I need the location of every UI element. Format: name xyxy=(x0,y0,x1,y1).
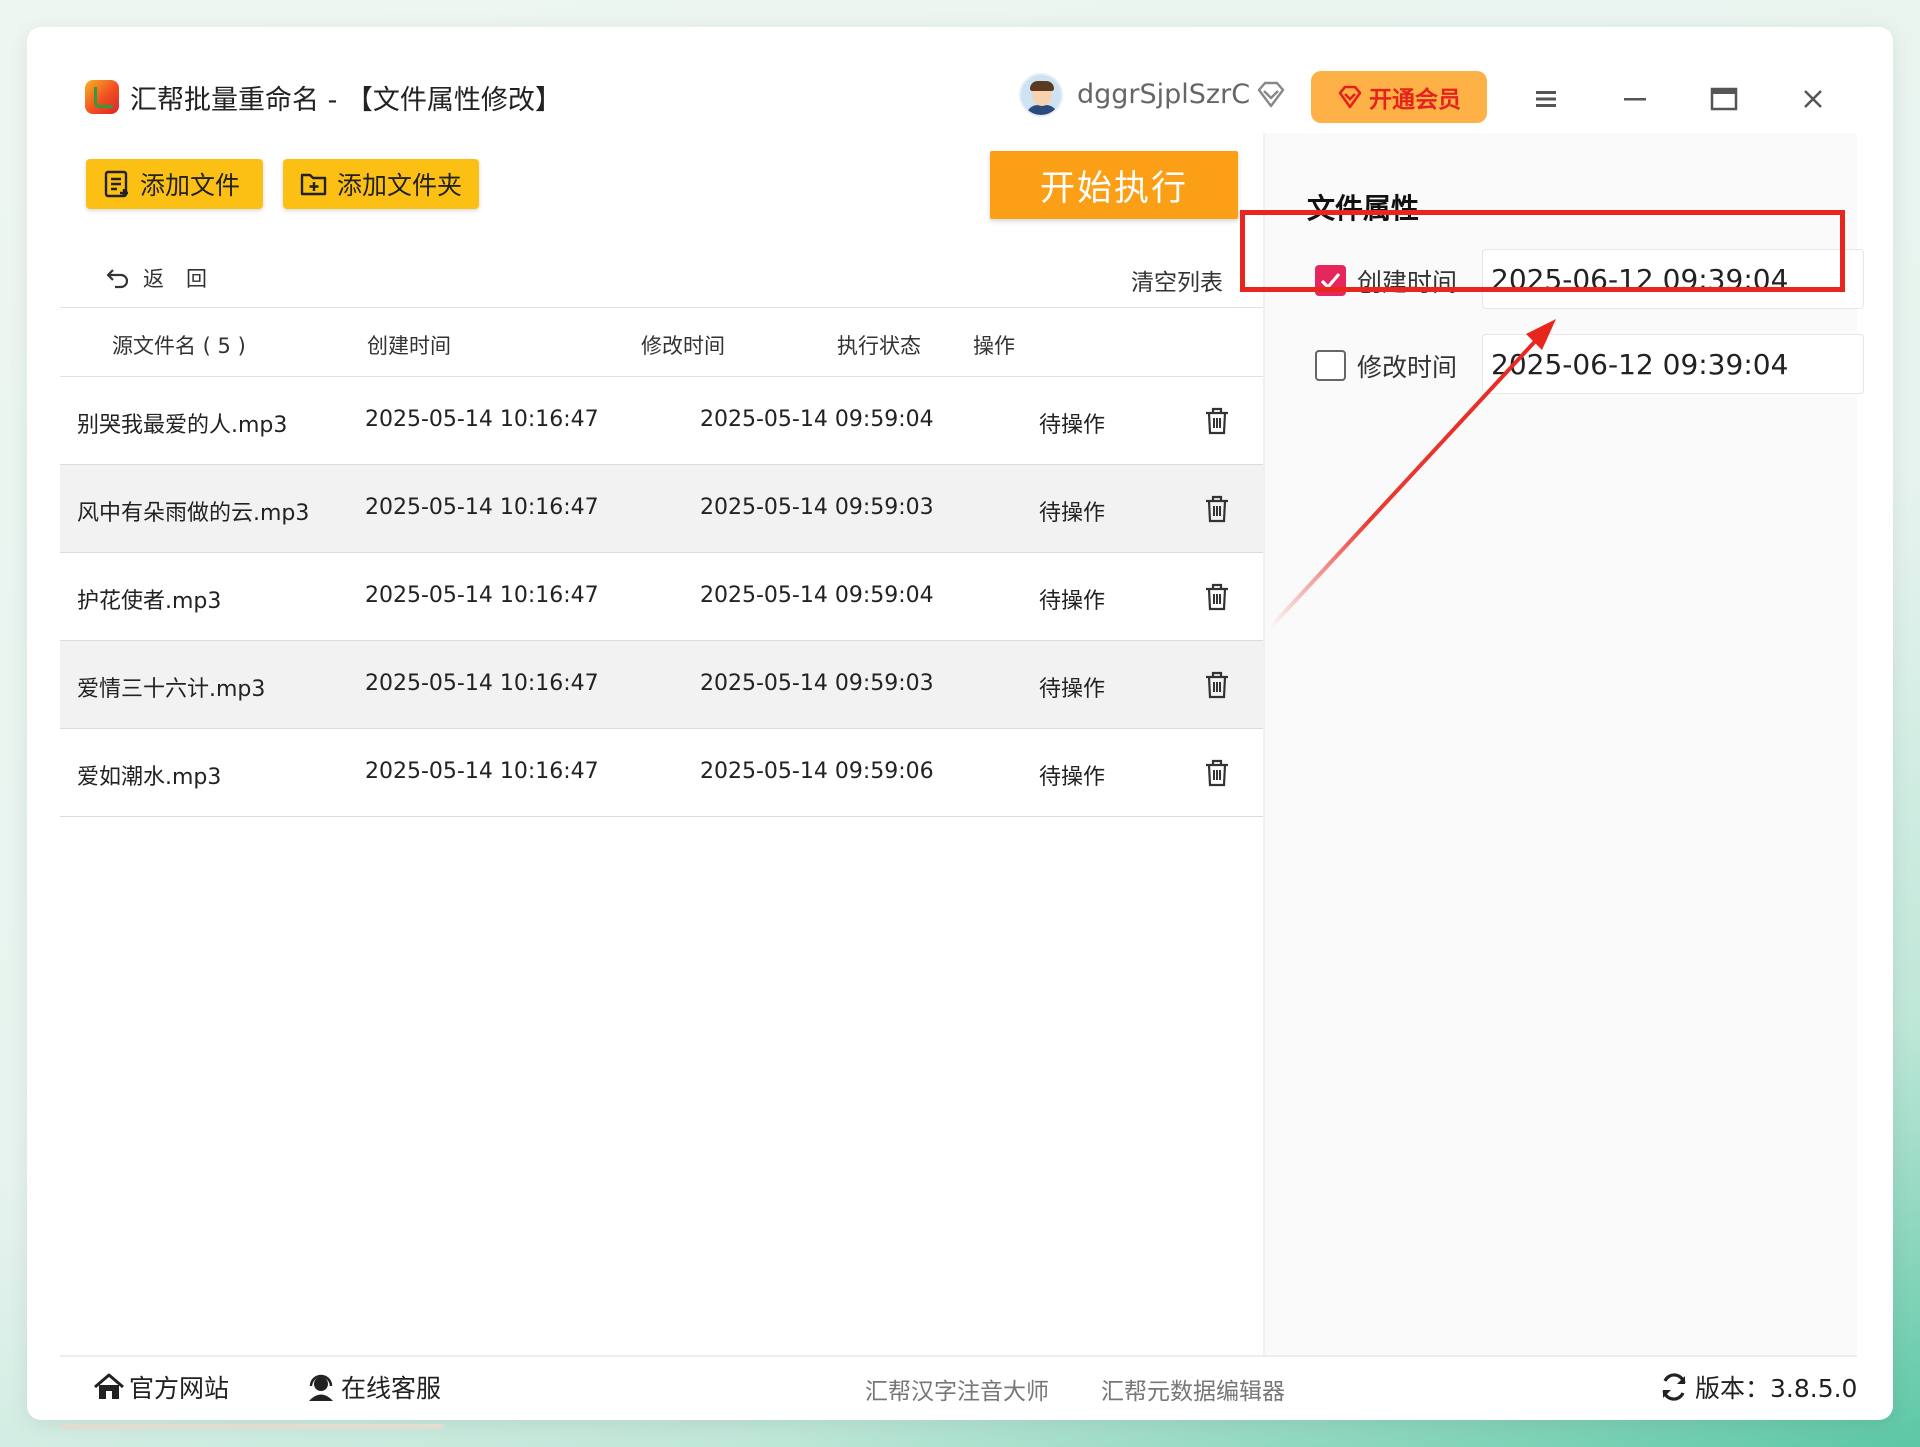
trash-icon[interactable] xyxy=(1204,406,1230,436)
table-header: 源文件名 ( 5 ) 创建时间 修改时间 执行状态 操作 xyxy=(60,307,1264,377)
status-text: 待操作 xyxy=(1039,413,1106,438)
diamond-icon[interactable] xyxy=(1255,79,1287,111)
modified-time: 2025-05-14 09:59:03 xyxy=(700,495,934,520)
vip-diamond-icon xyxy=(1338,85,1362,109)
add-file-icon xyxy=(104,170,128,198)
add-file-label: 添加文件 xyxy=(140,172,241,200)
window-title: 汇帮批量重命名 - 【文件属性修改】 xyxy=(130,85,562,116)
trash-icon[interactable] xyxy=(1204,670,1230,700)
trash-icon[interactable] xyxy=(1204,758,1230,788)
file-name: 别哭我最爱的人.mp3 xyxy=(77,413,288,438)
modified-time: 2025-05-14 09:59:04 xyxy=(700,407,934,432)
header-modified: 修改时间 xyxy=(641,334,725,358)
status-text: 待操作 xyxy=(1039,589,1106,614)
add-folder-icon xyxy=(300,173,327,196)
file-table: 源文件名 ( 5 ) 创建时间 修改时间 执行状态 操作 别哭我最爱的人.mp3… xyxy=(60,307,1264,817)
username-label[interactable]: dggrSjplSzrC xyxy=(1077,79,1250,110)
trash-icon[interactable] xyxy=(1204,582,1230,612)
modified-time-checkbox[interactable] xyxy=(1315,350,1346,381)
start-button[interactable]: 开始执行 xyxy=(990,151,1238,219)
vip-upgrade-button[interactable]: 开通会员 xyxy=(1311,71,1487,123)
refresh-icon[interactable] xyxy=(1659,1372,1689,1402)
footer-divider xyxy=(60,1355,1857,1357)
status-text: 待操作 xyxy=(1039,501,1106,526)
back-arrow-icon xyxy=(106,269,129,289)
file-name: 护花使者.mp3 xyxy=(77,589,222,614)
header-source-name: 源文件名 ( 5 ) xyxy=(112,334,246,358)
created-time: 2025-05-14 10:16:47 xyxy=(365,671,599,696)
home-icon xyxy=(94,1373,124,1399)
trash-icon[interactable] xyxy=(1204,494,1230,524)
header-status: 执行状态 xyxy=(837,334,921,358)
annotation-highlight-box xyxy=(1240,210,1845,292)
horizontal-scrollbar[interactable] xyxy=(60,1424,444,1429)
table-row[interactable]: 护花使者.mp3 2025-05-14 10:16:47 2025-05-14 … xyxy=(60,553,1264,641)
title-bar: 汇帮批量重命名 - 【文件属性修改】 dggrSjplSzrC 开通会员 xyxy=(27,27,1893,131)
close-icon[interactable] xyxy=(1799,85,1827,113)
modified-time-label: 修改时间 xyxy=(1357,353,1458,382)
official-website-link[interactable]: 官方网站 xyxy=(93,1369,229,1405)
version-label: 版本：3.8.5.0 xyxy=(1695,1374,1858,1403)
metadata-editor-link[interactable]: 汇帮元数据编辑器 xyxy=(1101,1372,1285,1406)
table-row[interactable]: 爱如潮水.mp3 2025-05-14 10:16:47 2025-05-14 … xyxy=(60,729,1264,817)
created-time: 2025-05-14 10:16:47 xyxy=(365,759,599,784)
vip-upgrade-label: 开通会员 xyxy=(1369,86,1461,112)
file-name: 风中有朵雨做的云.mp3 xyxy=(77,501,310,526)
pinyin-tool-link[interactable]: 汇帮汉字注音大师 xyxy=(865,1372,1049,1406)
version-info: 版本：3.8.5.0 xyxy=(1659,1369,1857,1405)
app-logo-icon xyxy=(85,80,119,114)
created-time: 2025-05-14 10:16:47 xyxy=(365,407,599,432)
table-row[interactable]: 别哭我最爱的人.mp3 2025-05-14 10:16:47 2025-05-… xyxy=(60,377,1264,465)
file-name: 爱如潮水.mp3 xyxy=(77,765,222,790)
back-button[interactable]: 返回 xyxy=(105,263,229,293)
menu-icon[interactable] xyxy=(1532,85,1560,113)
online-support-link[interactable]: 在线客服 xyxy=(305,1369,441,1405)
table-row[interactable]: 风中有朵雨做的云.mp3 2025-05-14 10:16:47 2025-05… xyxy=(60,465,1264,553)
headset-icon xyxy=(309,1374,333,1401)
file-name: 爱情三十六计.mp3 xyxy=(77,677,266,702)
maximize-icon[interactable] xyxy=(1710,85,1738,113)
clear-list-button[interactable]: 清空列表 xyxy=(1131,263,1223,297)
modified-time-row: 修改时间 xyxy=(1295,334,1864,396)
status-text: 待操作 xyxy=(1039,677,1106,702)
properties-panel xyxy=(1265,133,1857,1356)
add-folder-label: 添加文件夹 xyxy=(337,172,463,200)
header-created: 创建时间 xyxy=(367,334,451,358)
modified-time: 2025-05-14 09:59:03 xyxy=(700,671,934,696)
table-row[interactable]: 爱情三十六计.mp3 2025-05-14 10:16:47 2025-05-1… xyxy=(60,641,1264,729)
minimize-icon[interactable] xyxy=(1621,85,1649,113)
header-action: 操作 xyxy=(973,334,1015,358)
add-folder-button[interactable]: 添加文件夹 xyxy=(283,159,479,209)
add-file-button[interactable]: 添加文件 xyxy=(86,159,263,209)
created-time: 2025-05-14 10:16:47 xyxy=(365,495,599,520)
online-support-label: 在线客服 xyxy=(341,1374,442,1403)
modified-time: 2025-05-14 09:59:04 xyxy=(700,583,934,608)
modified-time: 2025-05-14 09:59:06 xyxy=(700,759,934,784)
back-label: 返回 xyxy=(143,267,229,291)
avatar-icon[interactable] xyxy=(1019,73,1063,117)
created-time: 2025-05-14 10:16:47 xyxy=(365,583,599,608)
official-website-label: 官方网站 xyxy=(129,1374,230,1403)
modified-time-input[interactable] xyxy=(1482,334,1864,394)
status-text: 待操作 xyxy=(1039,765,1106,790)
